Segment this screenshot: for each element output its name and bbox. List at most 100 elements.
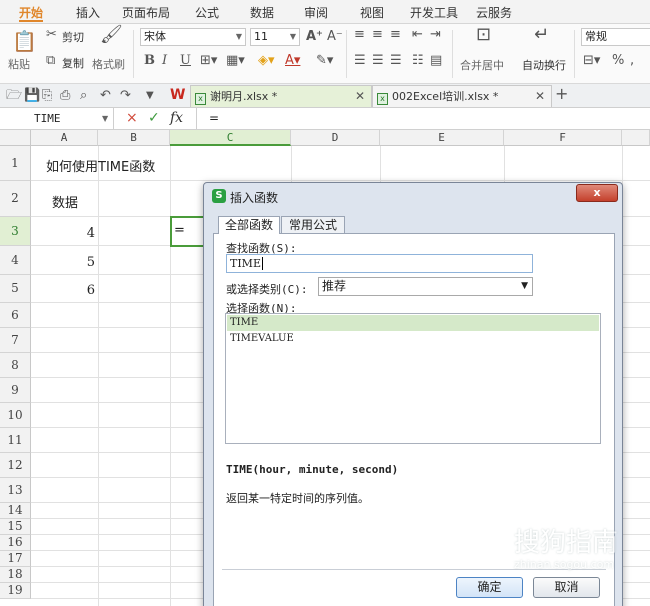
row-header-13[interactable]: 13 <box>0 478 31 503</box>
row-header-15[interactable]: 15 <box>0 519 31 535</box>
cancel-icon[interactable]: × <box>126 110 138 126</box>
row-header-5[interactable]: 5 <box>0 275 31 303</box>
distribute-icon[interactable]: ☷ <box>412 54 424 68</box>
underline-button[interactable]: U <box>180 54 191 68</box>
format-painter-button[interactable]: 🖌 格式刷 <box>92 26 126 78</box>
ok-button[interactable]: 确定 <box>456 577 523 598</box>
row-header-12[interactable]: 12 <box>0 453 31 478</box>
row-header-1[interactable]: 1 <box>0 146 31 181</box>
tab-page-layout[interactable]: 页面布局 <box>122 4 170 22</box>
tab-cloud-services[interactable]: 云服务 <box>476 4 512 22</box>
indent-decrease-icon[interactable]: ⇤ <box>412 28 423 42</box>
confirm-icon[interactable]: ✓ <box>148 110 160 126</box>
increase-font-icon[interactable]: A⁺ <box>306 30 323 44</box>
row-header-14[interactable]: 14 <box>0 503 31 519</box>
fill-color-icon[interactable]: ◈▾ <box>258 54 275 68</box>
clear-format-icon[interactable]: ✎▾ <box>316 54 333 68</box>
align-top-icon[interactable]: ≡ <box>354 28 365 42</box>
row-header-11[interactable]: 11 <box>0 428 31 453</box>
wps-logo-icon[interactable]: W <box>170 88 185 102</box>
font-color-icon[interactable]: A▾ <box>285 54 300 68</box>
align-middle-icon[interactable]: ≡ <box>372 28 383 42</box>
redo-icon[interactable]: ↷ <box>120 89 131 103</box>
undo-icon[interactable]: ↶ <box>100 89 111 103</box>
tab-all-functions[interactable]: 全部函数 <box>218 216 280 234</box>
row-header-16[interactable]: 16 <box>0 535 31 551</box>
border-icon[interactable]: ⊞▾ <box>200 54 217 68</box>
italic-button[interactable]: I <box>162 54 167 68</box>
row-header-2[interactable]: 2 <box>0 181 31 217</box>
merge-center-button[interactable]: ⊡ 合并居中 <box>458 26 516 78</box>
percent-button[interactable]: % <box>612 54 624 68</box>
row-header-17[interactable]: 17 <box>0 551 31 567</box>
tab-insert[interactable]: 插入 <box>76 4 100 22</box>
column-header-b[interactable]: B <box>98 130 170 146</box>
bold-button[interactable]: B <box>144 54 155 68</box>
tab-review[interactable]: 审阅 <box>304 4 328 22</box>
function-list[interactable]: TIME TIMEVALUE <box>225 313 601 444</box>
row-header-9[interactable]: 9 <box>0 378 31 403</box>
cut-button[interactable]: ✂ 剪切 <box>46 28 90 45</box>
cell-a3[interactable]: 4 <box>31 226 95 241</box>
cell-a4[interactable]: 5 <box>31 255 95 270</box>
copy-button[interactable]: ⧉ 复制 <box>46 54 90 71</box>
cell-a5[interactable]: 6 <box>31 283 95 298</box>
justify-icon[interactable]: ▤ <box>430 54 442 68</box>
formula-input[interactable]: = <box>196 108 650 129</box>
function-item-time[interactable]: TIME <box>227 315 599 331</box>
row-header-19[interactable]: 19 <box>0 583 31 599</box>
thousands-icon[interactable]: , <box>630 54 634 68</box>
tab-data[interactable]: 数据 <box>250 4 274 22</box>
align-right-icon[interactable]: ☰ <box>390 54 402 68</box>
row-header-10[interactable]: 10 <box>0 403 31 428</box>
dialog-title-bar[interactable]: S 插入函数 <box>204 183 622 209</box>
column-header-c[interactable]: C <box>170 130 291 146</box>
close-icon[interactable]: ✕ <box>535 86 545 107</box>
row-header-8[interactable]: 8 <box>0 353 31 378</box>
column-header-e[interactable]: E <box>380 130 504 146</box>
tab-developer[interactable]: 开发工具 <box>410 4 458 22</box>
search-input[interactable]: TIME <box>226 254 533 273</box>
row-header-18[interactable]: 18 <box>0 567 31 583</box>
font-size-select[interactable]: 11 ▼ <box>250 28 300 46</box>
new-tab-icon[interactable]: + <box>555 86 568 102</box>
save-icon[interactable]: 💾 <box>24 89 40 103</box>
indent-increase-icon[interactable]: ⇥ <box>430 28 441 42</box>
category-select[interactable]: 推荐 ▼ <box>318 277 533 296</box>
align-center-icon[interactable]: ☰ <box>372 54 384 68</box>
cell-a1[interactable]: 如何使用TIME函数 <box>46 156 155 175</box>
cell-a2[interactable]: 数据 <box>52 192 78 211</box>
folder-icon[interactable]: 🗁 <box>6 89 22 103</box>
row-header-3[interactable]: 3 <box>0 217 31 246</box>
wrap-text-button[interactable]: ↵ 自动换行 <box>520 26 570 78</box>
tab-formulas[interactable]: 公式 <box>195 4 219 22</box>
close-icon[interactable]: ✕ <box>355 86 365 107</box>
print-preview-icon[interactable]: ⌕ <box>80 89 87 103</box>
column-header-d[interactable]: D <box>291 130 380 146</box>
align-left-icon[interactable]: ☰ <box>354 54 366 68</box>
paste-button[interactable]: 📋 粘贴 <box>8 28 38 78</box>
align-bottom-icon[interactable]: ≡ <box>390 28 401 42</box>
tab-view[interactable]: 视图 <box>360 4 384 22</box>
select-all-corner[interactable] <box>0 130 31 146</box>
tab-common-formulas[interactable]: 常用公式 <box>281 216 345 234</box>
row-header-6[interactable]: 6 <box>0 303 31 328</box>
tab-start[interactable]: 开始 <box>19 4 44 22</box>
row-header-4[interactable]: 4 <box>0 246 31 275</box>
export-icon[interactable]: ⎘ <box>42 89 52 103</box>
font-name-select[interactable]: 宋体 ▼ <box>140 28 246 46</box>
insert-function-icon[interactable]: fx <box>170 110 183 126</box>
column-header-f[interactable]: F <box>504 130 622 146</box>
close-button[interactable]: x <box>576 184 618 202</box>
number-format-select[interactable]: 常规 <box>581 28 650 46</box>
cancel-button[interactable]: 取消 <box>533 577 600 598</box>
row-header-7[interactable]: 7 <box>0 328 31 353</box>
name-box[interactable]: TIME ▼ <box>0 108 114 129</box>
column-header-a[interactable]: A <box>31 130 98 146</box>
chevron-down-icon[interactable]: ▼ <box>146 89 154 103</box>
function-item-timevalue[interactable]: TIMEVALUE <box>227 331 599 347</box>
currency-icon[interactable]: ⊟▾ <box>583 54 600 68</box>
doc-tab-inactive[interactable]: x 002Excel培训.xlsx * ✕ <box>372 85 552 107</box>
cell-style-icon[interactable]: ▦▾ <box>226 54 245 68</box>
print-icon[interactable]: ⎙ <box>60 89 70 103</box>
